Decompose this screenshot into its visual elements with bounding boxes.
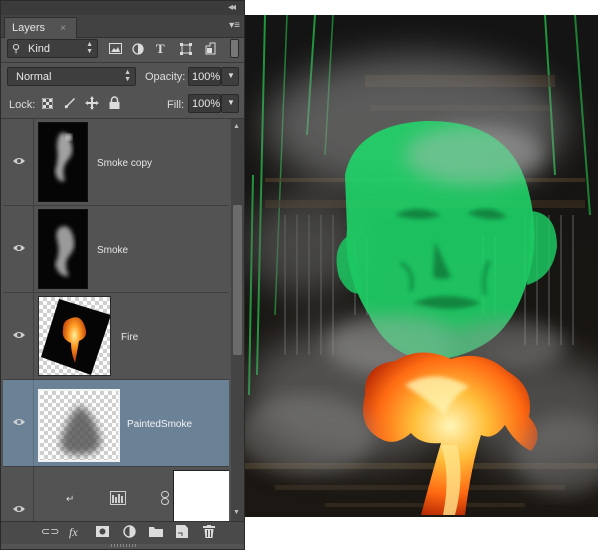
fill-field[interactable]: 100% <box>188 94 221 113</box>
visibility-eye-icon[interactable] <box>12 243 26 253</box>
search-icon: ⚲ <box>12 43 21 55</box>
chevron-updown-icon: ▲ ▼ <box>86 41 93 55</box>
divider <box>33 206 34 292</box>
layer-thumbnail-smoke <box>38 209 88 289</box>
visibility-eye-icon[interactable] <box>12 156 26 166</box>
levels-adjustment-icon <box>110 491 126 505</box>
new-layer-icon[interactable] <box>176 525 188 538</box>
filter-kind-label: Kind <box>28 43 51 55</box>
layer-name: Smoke copy <box>97 158 153 169</box>
adjustment-filter-icon[interactable] <box>132 43 144 55</box>
visibility-eye-icon[interactable] <box>12 504 26 514</box>
scroll-thumb[interactable] <box>233 205 242 355</box>
blend-mode-select[interactable]: Normal ▲ ▼ <box>7 67 136 86</box>
fill-label: Fill: <box>167 99 185 111</box>
layer-name: PaintedSmoke <box>127 419 193 430</box>
divider <box>33 119 34 205</box>
fx-icon[interactable]: fx <box>69 525 78 540</box>
link-layers-icon[interactable]: ⊂⊃ <box>41 525 59 538</box>
layer-thumbnail-smoke-copy <box>38 122 88 202</box>
lock-row: Lock: Fill: 100% ▼ <box>1 91 244 117</box>
opacity-dropdown-button[interactable]: ▼ <box>221 67 239 86</box>
chevron-down-icon: ▼ <box>227 71 235 80</box>
layer-row-smoke[interactable]: Smoke <box>3 206 229 293</box>
panel-tab-row: Layers × ▾≡ <box>1 15 244 38</box>
chevron-down-icon: ▼ <box>227 98 235 107</box>
blend-row: Normal ▲ ▼ Opacity: 100% ▼ <box>1 64 244 90</box>
delete-layer-icon[interactable] <box>203 525 215 538</box>
fill-dropdown-button[interactable]: ▼ <box>221 94 239 113</box>
divider <box>33 467 34 521</box>
collapse-panel-icon[interactable]: ◂◂ <box>228 2 236 13</box>
filter-toggle-switch[interactable] <box>230 39 239 58</box>
visibility-eye-icon[interactable] <box>12 417 26 427</box>
add-mask-icon[interactable] <box>96 526 109 537</box>
smart-object-filter-icon[interactable] <box>205 42 216 55</box>
lock-label: Lock: <box>9 99 36 111</box>
type-filter-icon[interactable]: T <box>156 41 165 57</box>
layer-thumbnail-fire <box>38 296 111 376</box>
layer-row-smoke-copy[interactable]: Smoke copy <box>3 119 229 206</box>
tab-layers[interactable]: Layers × <box>4 17 77 38</box>
layer-name: Fire <box>121 332 139 343</box>
layer-thumbnail-paintedsmoke <box>38 389 120 462</box>
visibility-eye-icon[interactable] <box>12 330 26 340</box>
panel-title-bar[interactable]: ◂◂ <box>1 1 244 15</box>
layers-bottom-toolbar: ⊂⊃ fx <box>1 521 244 544</box>
canvas-artwork <box>245 15 598 517</box>
clipping-arrow-icon: ↵ <box>66 494 75 505</box>
new-adjustment-icon[interactable] <box>123 525 136 538</box>
new-group-icon[interactable] <box>149 526 163 537</box>
close-tab-icon[interactable]: × <box>60 23 66 34</box>
blend-mode-value: Normal <box>16 71 52 83</box>
layer-name: Smoke <box>97 245 129 256</box>
lock-transparent-pixels-icon[interactable] <box>42 98 53 109</box>
layer-row-adjustment[interactable]: ↵ <box>3 467 229 521</box>
layers-list: Smoke copy Smoke Fire PaintedSmoke ↵ <box>3 119 229 521</box>
layer-mask-thumbnail[interactable] <box>173 470 229 521</box>
image-filter-icon[interactable] <box>109 43 122 54</box>
layers-scrollbar[interactable]: ▲ ▼ <box>231 119 244 521</box>
filter-row: ⚲ Kind ▲ ▼ T <box>1 38 244 62</box>
divider <box>33 293 34 379</box>
opacity-field[interactable]: 100% <box>188 67 221 86</box>
tab-layers-label: Layers <box>12 22 46 34</box>
panel-resize-grip[interactable] <box>111 544 137 547</box>
chain-link-icon[interactable] <box>160 491 170 505</box>
lock-all-icon[interactable] <box>109 96 120 110</box>
chevron-updown-icon: ▲ ▼ <box>124 69 131 83</box>
filter-kind-select[interactable]: ⚲ Kind ▲ ▼ <box>7 39 98 58</box>
document-canvas[interactable] <box>245 15 598 517</box>
scroll-up-icon[interactable]: ▲ <box>233 123 240 130</box>
divider <box>33 380 34 466</box>
opacity-label: Opacity: <box>145 71 186 83</box>
lock-image-pixels-icon[interactable] <box>63 96 77 110</box>
lock-position-icon[interactable] <box>85 96 99 110</box>
fill-value: 100% <box>192 98 221 110</box>
shape-filter-icon[interactable] <box>180 43 192 55</box>
layers-panel: ◂◂ Layers × ▾≡ ⚲ Kind ▲ ▼ T Normal ▲ ▼ O… <box>0 0 245 550</box>
panel-menu-icon[interactable]: ▾≡ <box>229 20 240 31</box>
layer-row-fire[interactable]: Fire <box>3 293 229 380</box>
layer-row-paintedsmoke[interactable]: PaintedSmoke <box>3 380 229 467</box>
scroll-down-icon[interactable]: ▼ <box>233 509 240 516</box>
opacity-value: 100% <box>192 71 221 83</box>
divider <box>1 62 244 63</box>
